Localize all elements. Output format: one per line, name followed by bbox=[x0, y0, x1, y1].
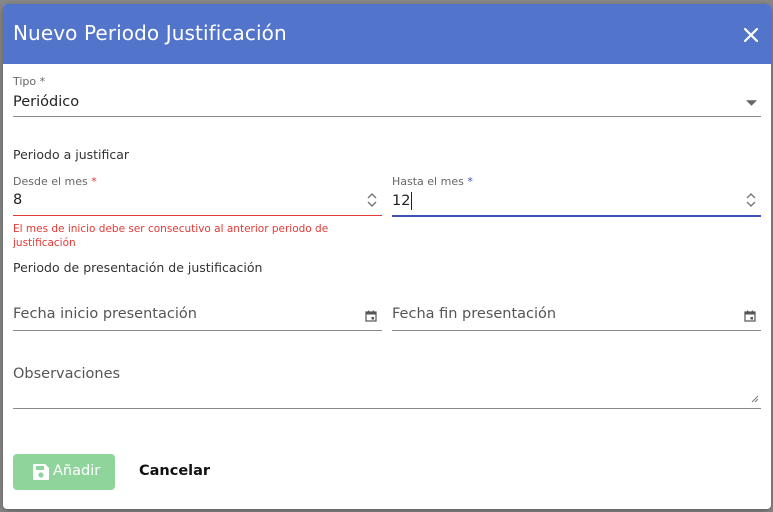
resize-handle-icon[interactable] bbox=[749, 393, 759, 403]
observaciones-textarea[interactable]: Observaciones bbox=[13, 362, 761, 410]
hasta-mes-value: 12 bbox=[392, 192, 413, 210]
desde-mes-value: 8 bbox=[13, 192, 23, 208]
hasta-mes-field[interactable]: Hasta el mes * 12 bbox=[392, 172, 761, 218]
tipo-select[interactable]: Tipo * Periódico bbox=[13, 72, 761, 118]
dropdown-arrow-icon[interactable] bbox=[746, 100, 757, 106]
cancel-button-label: Cancelar bbox=[139, 463, 211, 479]
desde-mes-underline bbox=[13, 215, 382, 216]
number-stepper-icon[interactable] bbox=[744, 191, 758, 209]
number-stepper-icon[interactable] bbox=[365, 191, 379, 209]
dialog-header: Nuevo Periodo Justificación bbox=[3, 4, 771, 64]
calendar-icon[interactable] bbox=[365, 310, 377, 322]
periodo-section-label: Periodo a justificar bbox=[13, 147, 130, 162]
tipo-value: Periódico bbox=[13, 94, 80, 110]
desde-mes-field[interactable]: Desde el mes * 8 bbox=[13, 172, 382, 218]
dialog: Nuevo Periodo Justificación Tipo * Perió… bbox=[3, 4, 771, 509]
close-icon[interactable] bbox=[739, 23, 763, 47]
fecha-fin-field[interactable]: Fecha fin presentación bbox=[392, 302, 761, 332]
fecha-inicio-placeholder: Fecha inicio presentación bbox=[13, 306, 197, 322]
fecha-inicio-field[interactable]: Fecha inicio presentación bbox=[13, 302, 382, 332]
observaciones-underline bbox=[13, 408, 761, 409]
tipo-underline bbox=[13, 116, 761, 117]
fecha-fin-underline bbox=[392, 330, 761, 331]
save-icon bbox=[33, 464, 49, 480]
presentacion-section-label: Periodo de presentación de justificación bbox=[13, 260, 263, 275]
hasta-mes-label: Hasta el mes * bbox=[392, 175, 473, 188]
observaciones-placeholder: Observaciones bbox=[13, 366, 121, 382]
add-button[interactable]: Añadir bbox=[13, 454, 115, 490]
cancel-button[interactable]: Cancelar bbox=[128, 454, 218, 490]
calendar-icon[interactable] bbox=[744, 310, 756, 322]
tipo-label: Tipo * bbox=[13, 75, 46, 88]
desde-mes-label: Desde el mes * bbox=[13, 175, 97, 188]
add-button-label: Añadir bbox=[53, 463, 101, 479]
dialog-title: Nuevo Periodo Justificación bbox=[13, 21, 287, 45]
fecha-fin-placeholder: Fecha fin presentación bbox=[392, 306, 557, 322]
desde-mes-error: El mes de inicio debe ser consecutivo al… bbox=[13, 223, 329, 249]
fecha-inicio-underline bbox=[13, 330, 382, 331]
hasta-mes-underline bbox=[392, 215, 761, 217]
